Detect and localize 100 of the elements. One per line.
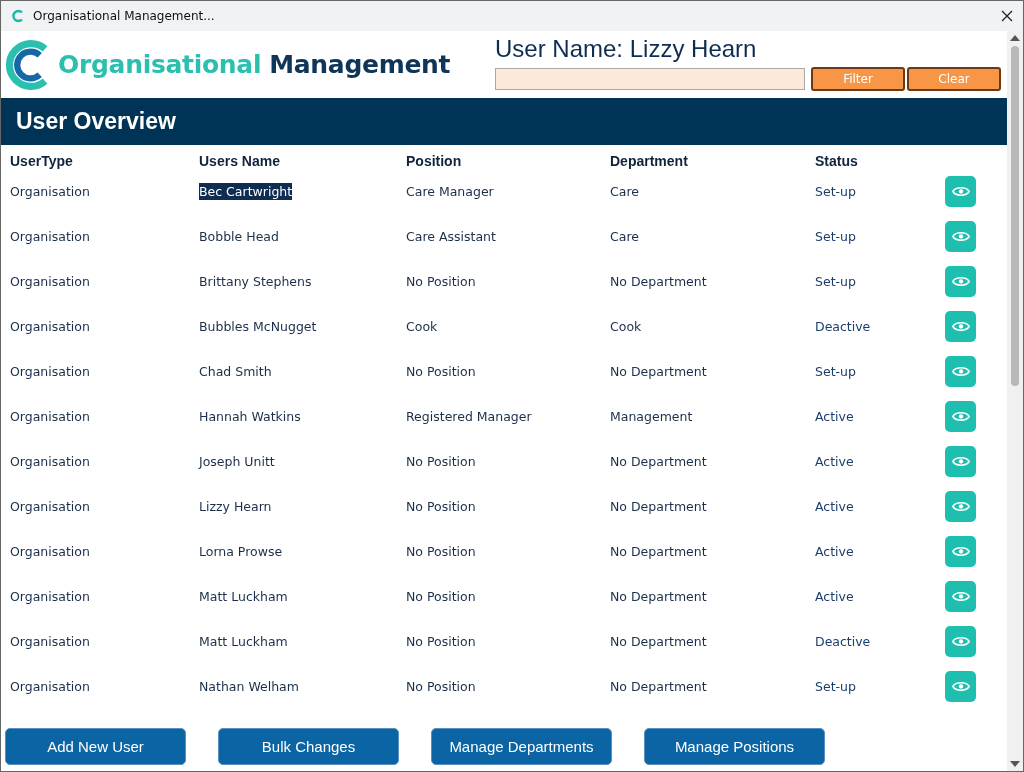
view-button[interactable] <box>945 311 976 342</box>
footer-button[interactable]: Add New User <box>5 727 186 765</box>
table-cell-text: No Position <box>406 634 477 649</box>
table-cell-text: Active <box>815 409 855 424</box>
view-button[interactable] <box>945 581 976 612</box>
logo-text: Organisational <box>58 50 262 79</box>
app-logo-icon <box>11 9 25 23</box>
eye-icon <box>951 680 970 693</box>
table-cell: Bec Cartwright <box>199 183 293 200</box>
table-cell-text: Active <box>815 454 855 469</box>
table-cell: Matt Luckham <box>199 588 288 605</box>
view-button[interactable] <box>945 266 976 297</box>
footer-button[interactable]: Manage Positions <box>644 727 825 765</box>
eye-icon <box>951 320 970 333</box>
column-header: UserType <box>10 153 74 169</box>
table-cell-text: No Department <box>610 454 708 469</box>
table-cell-text: Organisation <box>10 499 91 514</box>
table-cell-text: Organisation <box>10 274 91 289</box>
table-cell: Hannah Watkins <box>199 408 301 425</box>
table-cell: Joseph Unitt <box>199 453 275 470</box>
view-button[interactable] <box>945 491 976 522</box>
table-cell-text: Management <box>610 409 694 424</box>
eye-icon <box>951 230 970 243</box>
footer-button[interactable]: Manage Departments <box>431 727 612 765</box>
table-cell-text: Organisation <box>10 319 91 334</box>
eye-icon <box>951 365 970 378</box>
column-header: Department <box>610 153 689 169</box>
user-name-label: User Name: Lizzy Hearn <box>495 35 758 64</box>
search-field[interactable] <box>495 68 805 90</box>
table-cell-text: Set-up <box>815 229 857 244</box>
table-cell-text: No Department <box>610 274 708 289</box>
page-title: User Overview <box>16 108 176 135</box>
footer-button[interactable]: Bulk Changes <box>218 727 399 765</box>
view-button[interactable] <box>945 671 976 702</box>
table-cell-text: Cook <box>406 319 439 334</box>
table-cell-text: No Department <box>610 499 708 514</box>
view-button[interactable] <box>945 176 976 207</box>
table-cell: Lizzy Hearn <box>199 498 272 515</box>
table-cell-text: Care Assistant <box>406 229 497 244</box>
view-button[interactable] <box>945 626 976 657</box>
table-cell-text: No Position <box>406 589 477 604</box>
table-cell-text: No Department <box>610 679 708 694</box>
view-button[interactable] <box>945 221 976 252</box>
table-cell-text: Organisation <box>10 634 91 649</box>
table-cell-text: No Position <box>406 364 477 379</box>
table-cell: Nathan Welham <box>199 678 299 695</box>
table-cell: Bubbles McNugget <box>199 318 317 335</box>
table-cell: Lorna Prowse <box>199 543 283 560</box>
table-cell-text: Organisation <box>10 589 91 604</box>
table-cell-text: Active <box>815 589 855 604</box>
table-cell-text: Organisation <box>10 229 91 244</box>
view-button[interactable] <box>945 446 976 477</box>
table-cell: Brittany Stephens <box>199 273 312 290</box>
table-cell-text: Organisation <box>10 679 91 694</box>
table-cell-text: No Department <box>610 634 708 649</box>
table-cell-text: No Position <box>406 544 477 559</box>
view-button[interactable] <box>945 356 976 387</box>
table-cell-text: Care <box>610 184 640 199</box>
eye-icon <box>951 635 970 648</box>
view-button[interactable] <box>945 401 976 432</box>
close-icon <box>1001 10 1013 22</box>
eye-icon <box>951 545 970 558</box>
table-cell-text: Deactive <box>815 634 872 649</box>
window-title: Organisational Management... <box>33 9 216 23</box>
table-cell-text: Care <box>610 229 640 244</box>
table-cell-text: Organisation <box>10 364 91 379</box>
table-cell-text: Set-up <box>815 364 857 379</box>
scroll-thumb[interactable] <box>1011 46 1019 386</box>
eye-icon <box>951 410 970 423</box>
table-cell-text: No Department <box>610 544 708 559</box>
column-header: Users Name <box>199 153 281 169</box>
table-cell-text: No Department <box>610 589 708 604</box>
table-cell-text: Set-up <box>815 274 857 289</box>
table-cell-text: Organisation <box>10 544 91 559</box>
table-cell: Bobble Head <box>199 228 279 245</box>
logo-text: Management <box>269 50 451 79</box>
table-cell-text: Care Manager <box>406 184 495 199</box>
column-header: Status <box>815 153 859 169</box>
eye-icon <box>951 455 970 468</box>
table-cell-text: No Position <box>406 454 477 469</box>
table-cell-text: Active <box>815 499 855 514</box>
table-cell-text: Deactive <box>815 319 872 334</box>
table-cell-text: No Position <box>406 499 477 514</box>
table-cell: Matt Luckham <box>199 633 288 650</box>
table-cell-text: No Position <box>406 274 477 289</box>
table-cell-text: Organisation <box>10 409 91 424</box>
scrollbar[interactable] <box>1007 31 1023 771</box>
table-cell-text: Set-up <box>815 184 857 199</box>
scroll-down-icon[interactable] <box>1010 761 1020 767</box>
table-cell: Chad Smith <box>199 363 272 380</box>
view-button[interactable] <box>945 536 976 567</box>
column-header: Position <box>406 153 463 169</box>
scroll-up-icon[interactable] <box>1010 35 1020 41</box>
eye-icon <box>951 275 970 288</box>
table-cell-text: No Department <box>610 364 708 379</box>
eye-icon <box>951 500 970 513</box>
table-cell-text: No Position <box>406 679 477 694</box>
eye-icon <box>951 185 970 198</box>
table-cell-text: Registered Manager <box>406 409 533 424</box>
table-cell-text: Active <box>815 544 855 559</box>
